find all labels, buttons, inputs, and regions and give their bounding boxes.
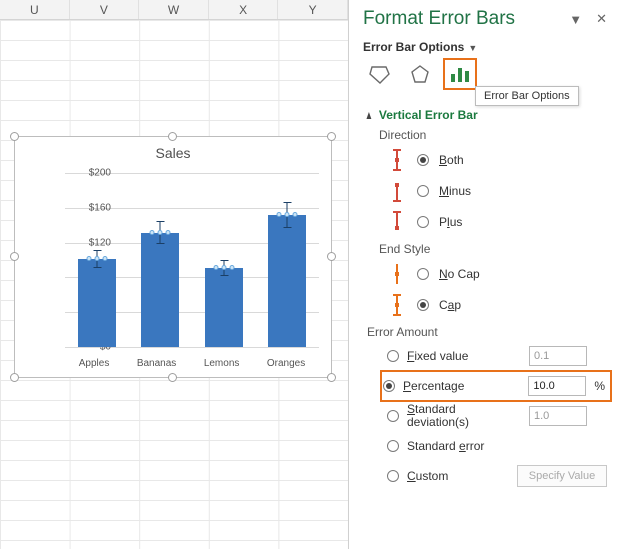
end-style-cap-option[interactable]: Cap [387, 291, 607, 319]
resize-handle[interactable] [10, 373, 19, 382]
standard-deviation-option[interactable]: Standard deviation(s) 1.0 [387, 403, 607, 429]
option-label: Both [439, 153, 464, 167]
embedded-chart[interactable]: Sales $0$40$80$120$160$200 Apples Bananas… [14, 136, 332, 378]
x-tick-label: Apples [79, 358, 110, 369]
resize-handle[interactable] [327, 373, 336, 382]
radio[interactable] [417, 299, 429, 311]
bar-chart-options-icon[interactable] [447, 62, 473, 86]
error-bar-options-dropdown[interactable]: Error Bar Options▼ [363, 40, 607, 54]
custom-option[interactable]: Custom Specify Value [387, 463, 607, 489]
direction-minus-option[interactable]: Minus [387, 177, 607, 205]
cap-glyph-icon [387, 293, 407, 317]
specify-value-button[interactable]: Specify Value [517, 465, 607, 487]
radio[interactable] [387, 350, 399, 362]
option-label: Cap [439, 298, 461, 312]
option-label: Custom [407, 469, 448, 483]
resize-handle[interactable] [10, 132, 19, 141]
plus-glyph-icon [387, 210, 407, 234]
pane-title: Format Error Bars [363, 8, 515, 30]
col-header[interactable]: V [70, 0, 140, 19]
option-label: Standard deviation(s) [407, 403, 469, 429]
fixed-value-input[interactable]: 0.1 [529, 346, 587, 366]
chart-bar[interactable] [205, 268, 243, 347]
vertical-error-bar-section[interactable]: ▲Vertical Error Bar [363, 108, 607, 122]
fill-and-line-icon[interactable] [367, 62, 393, 86]
format-error-bars-pane: Format Error Bars ▼ ✕ Error Bar Options▼… [348, 0, 619, 549]
option-label: Standard error [407, 439, 484, 453]
col-header[interactable]: X [209, 0, 279, 19]
resize-handle[interactable] [168, 132, 177, 141]
chart-bar[interactable] [268, 215, 306, 347]
radio[interactable] [417, 216, 429, 228]
radio[interactable] [417, 185, 429, 197]
resize-handle[interactable] [327, 252, 336, 261]
chart-bar[interactable] [141, 233, 179, 347]
worksheet-area[interactable]: U V W X Y Sales $0$40$80$120$160$200 App… [0, 0, 348, 549]
radio[interactable] [383, 380, 395, 392]
percent-suffix: % [594, 379, 605, 393]
direction-label: Direction [379, 128, 607, 142]
column-headers: U V W X Y [0, 0, 348, 20]
chart-bar[interactable] [78, 259, 116, 347]
col-header[interactable]: W [139, 0, 209, 19]
radio[interactable] [387, 410, 399, 422]
chart-x-axis: Apples Bananas Lemons Oranges [65, 358, 319, 369]
percentage-input[interactable]: 10.0 [528, 376, 586, 396]
option-label: Plus [439, 215, 462, 229]
x-tick-label: Lemons [204, 358, 240, 369]
both-glyph-icon [387, 148, 407, 172]
radio[interactable] [417, 154, 429, 166]
end-style-nocap-option[interactable]: No Cap [387, 260, 607, 288]
direction-plus-option[interactable]: Plus [387, 208, 607, 236]
percentage-option[interactable]: Percentage 10.0 % [383, 373, 609, 399]
direction-both-option[interactable]: Both [387, 146, 607, 174]
col-header[interactable]: Y [278, 0, 348, 19]
radio[interactable] [387, 440, 399, 452]
no-cap-glyph-icon [387, 262, 407, 286]
x-tick-label: Oranges [267, 358, 305, 369]
fixed-value-option[interactable]: Fixed value 0.1 [387, 343, 607, 369]
radio[interactable] [387, 470, 399, 482]
option-label: Fixed value [407, 349, 468, 363]
option-label: Minus [439, 184, 471, 198]
pane-close-icon[interactable]: ✕ [596, 11, 607, 27]
error-amount-label: Error Amount [367, 325, 607, 339]
x-tick-label: Bananas [137, 358, 176, 369]
resize-handle[interactable] [327, 132, 336, 141]
effects-icon[interactable] [407, 62, 433, 86]
resize-handle[interactable] [10, 252, 19, 261]
radio[interactable] [417, 268, 429, 280]
option-label: Percentage [403, 379, 464, 393]
resize-handle[interactable] [168, 373, 177, 382]
stddev-input[interactable]: 1.0 [529, 406, 587, 426]
col-header[interactable]: U [0, 0, 70, 19]
chart-plot-area[interactable]: $0$40$80$120$160$200 [65, 173, 319, 347]
chart-title[interactable]: Sales [15, 145, 331, 161]
end-style-label: End Style [379, 242, 607, 256]
pane-options-dropdown-icon[interactable]: ▼ [569, 12, 582, 27]
option-label: No Cap [439, 267, 480, 281]
standard-error-option[interactable]: Standard error [387, 433, 607, 459]
tooltip-error-bar-options: Error Bar Options [475, 86, 579, 106]
minus-glyph-icon [387, 179, 407, 203]
